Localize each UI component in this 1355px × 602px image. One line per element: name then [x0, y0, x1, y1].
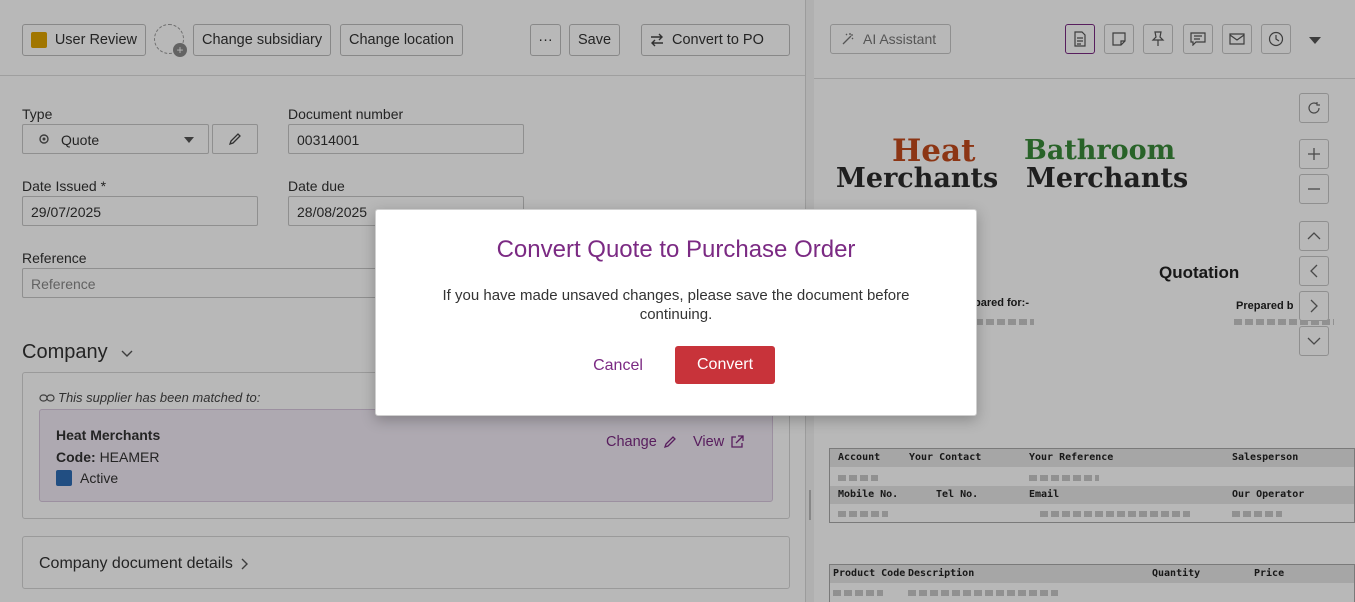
- cancel-button[interactable]: Cancel: [582, 347, 654, 385]
- convert-dialog: Convert Quote to Purchase Order If you h…: [375, 209, 977, 416]
- dialog-title: Convert Quote to Purchase Order: [496, 236, 856, 263]
- app-root: User Review + Change subsidiary Change l…: [0, 0, 1355, 602]
- convert-button[interactable]: Convert: [675, 346, 775, 384]
- dialog-message: If you have made unsaved changes, please…: [442, 287, 910, 323]
